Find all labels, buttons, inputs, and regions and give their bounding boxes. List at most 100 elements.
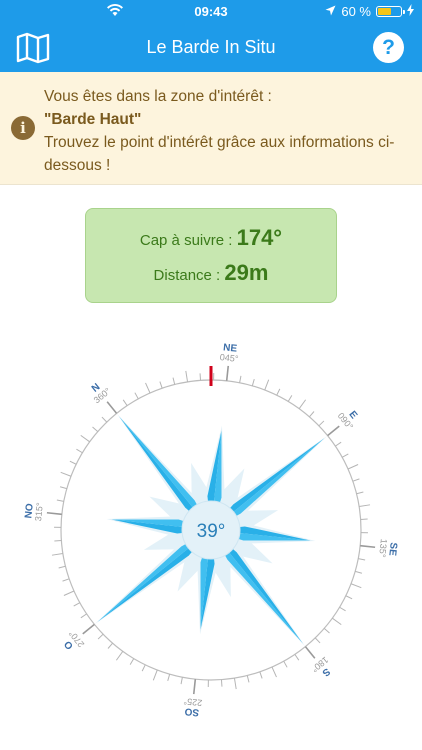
compass-tick (180, 677, 183, 685)
compass-tick (347, 464, 359, 470)
compass-tick (294, 654, 300, 661)
zone-banner: Vous êtes dans la zone d'intérêt : "Bard… (0, 72, 422, 185)
compass-marker-no: NO315° (23, 502, 45, 522)
compass-degree-label: 135° (377, 538, 389, 558)
compass-tick (246, 675, 250, 683)
compass-tick (264, 379, 270, 391)
info-icon: i (11, 116, 35, 140)
banner-line-instruction: Trouvez le point d'intérêt grâce aux inf… (44, 134, 395, 174)
compass-tick (185, 370, 189, 382)
distance-label: Distance : (153, 267, 221, 284)
compass-tick (172, 377, 176, 385)
compass-tick (115, 651, 124, 661)
compass-tick (327, 425, 340, 437)
compass-tick (97, 633, 104, 640)
compass-marker-ne: NE045° (219, 342, 239, 364)
compass-tick (359, 504, 371, 508)
compass-tick (129, 658, 135, 665)
compass-tick (51, 552, 63, 556)
compass-tick (76, 448, 83, 454)
compass-tick (314, 637, 321, 644)
compass-tick (339, 606, 346, 612)
compass-tick (60, 471, 72, 477)
compass-tick (101, 416, 108, 423)
compass-degree-label: 315° (33, 502, 45, 522)
distance-value: 29m (224, 260, 269, 285)
compass-marker-so: SO225° (183, 696, 203, 718)
charging-bolt-icon (407, 4, 414, 19)
compass-tick (251, 378, 255, 386)
compass-tick (271, 666, 277, 678)
compass-tick (358, 558, 366, 561)
compass-tick (355, 570, 363, 574)
battery-icon (376, 6, 405, 17)
nav-bar: Le Barde In Situ ? (0, 24, 422, 72)
compass-tick (298, 399, 307, 409)
compass-marker-e: E090° (336, 409, 360, 432)
compass-tick (159, 381, 163, 389)
banner-poi-name: "Barde Haut" (44, 111, 142, 128)
compass-tick (335, 441, 342, 447)
compass-tick (82, 623, 95, 635)
compass-tick (56, 499, 64, 502)
compass-tick (318, 420, 325, 427)
banner-text: Vous êtes dans la zone d'intérêt : "Bard… (44, 85, 408, 177)
compass-tick (141, 664, 146, 672)
compass-tick (259, 671, 263, 679)
compass-tick (145, 382, 151, 394)
compass-marker-se: SE135° (377, 538, 399, 558)
compass-tick (304, 646, 316, 659)
compass-tick (233, 678, 237, 690)
heading-value: 174° (236, 225, 283, 250)
compass-marker-o: O270° (62, 628, 86, 651)
compass-tick (58, 565, 66, 569)
compass: N360° NE045° E090° SE135° S180° SO225° O270° NO… (23, 342, 399, 718)
compass-marker-n: N360° (90, 382, 113, 406)
compass-tick (59, 486, 67, 490)
compass-tick (276, 388, 281, 396)
compass-marker-s: S180° (309, 655, 332, 679)
compass-tick (107, 642, 113, 649)
location-arrow-icon (325, 4, 336, 19)
compass-tick (332, 617, 342, 626)
compass-tick (69, 460, 77, 465)
compass-tick (46, 511, 62, 516)
compass-tick (345, 595, 353, 600)
guidance-card: Cap à suivre : 174° Distance : 29m (85, 208, 337, 303)
compass-tick (323, 628, 330, 634)
heading-row: Cap à suivre : 174° (86, 225, 336, 251)
compass-tick (63, 590, 75, 596)
compass-tick (106, 401, 118, 414)
compass-tick (287, 395, 293, 402)
compass-tick (62, 578, 70, 582)
status-bar: 09:43 60 % (0, 0, 422, 24)
compass-tick (341, 453, 349, 458)
compass-heading-readout: 39° (197, 521, 226, 542)
compass-degree-label: 045° (219, 352, 239, 364)
compass-tick (80, 434, 90, 443)
banner-line-zone: Vous êtes dans la zone d'intérêt : (44, 88, 272, 105)
compass-tick (92, 426, 99, 432)
distance-row: Distance : 29m (86, 260, 336, 286)
page-title: Le Barde In Situ (146, 37, 276, 57)
compass-tick (80, 613, 87, 619)
compass-tick (152, 669, 158, 681)
compass-tick (192, 679, 197, 695)
battery-fill (378, 8, 391, 15)
compass-tick (122, 399, 128, 406)
compass-tick (73, 602, 81, 607)
compass-degree-label: 225° (183, 696, 203, 708)
compass-tick (350, 583, 362, 589)
compass-tick (356, 491, 364, 495)
heading-label: Cap à suivre : (139, 232, 233, 249)
compass-tick (283, 660, 288, 668)
heading-indicator (209, 366, 213, 386)
battery-percent: 60 % (341, 4, 371, 19)
help-button[interactable]: ? (373, 32, 404, 63)
compass-tick (167, 674, 171, 682)
compass-tick (134, 392, 139, 400)
compass-tick (239, 375, 242, 383)
compass-tick (225, 365, 230, 381)
compass-tick (309, 411, 315, 418)
compass-tick (352, 478, 360, 482)
